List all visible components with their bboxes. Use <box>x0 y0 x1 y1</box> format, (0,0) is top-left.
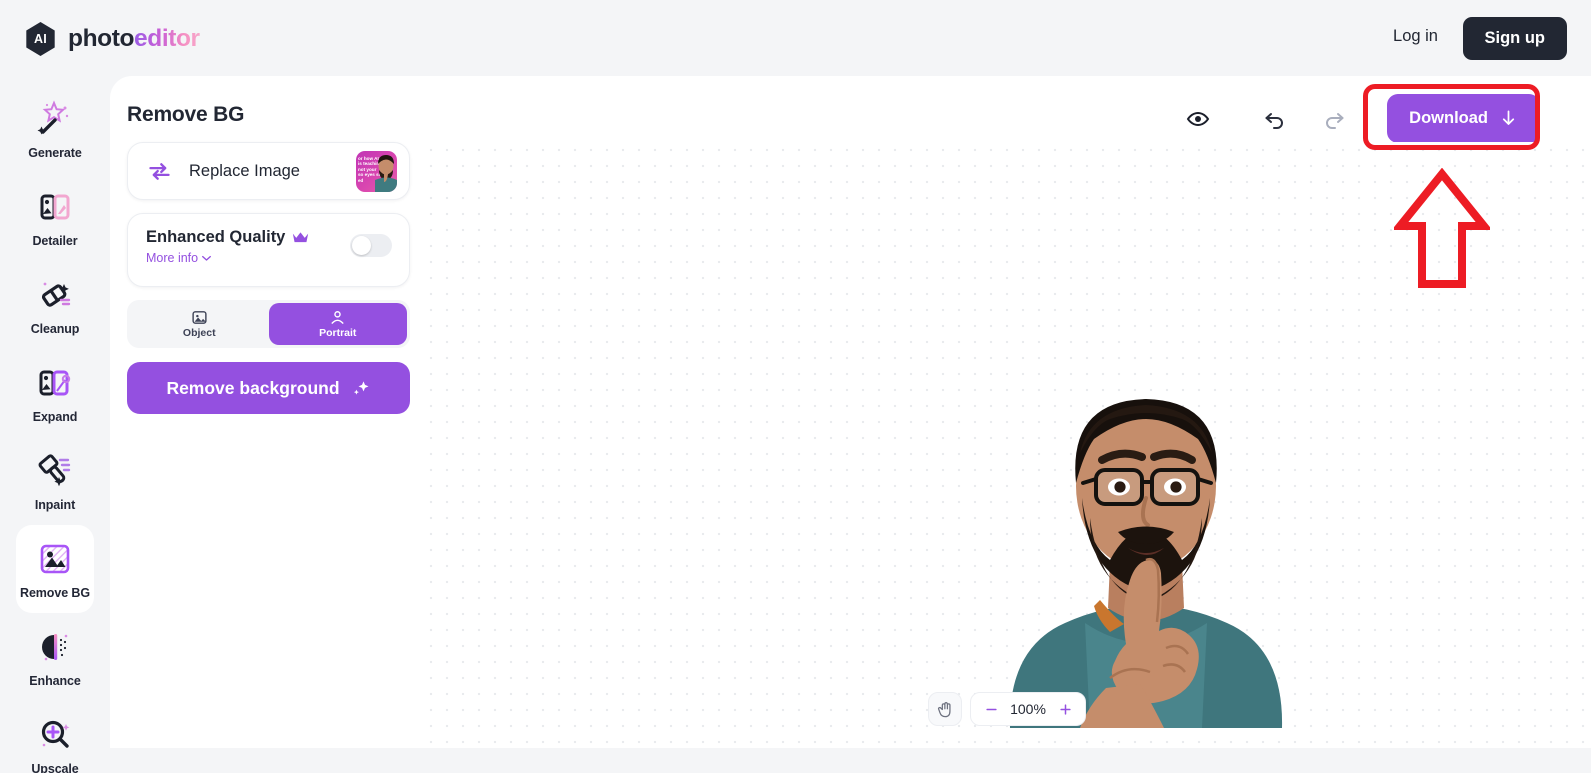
crown-icon <box>293 232 309 243</box>
undo-button[interactable] <box>1253 97 1297 141</box>
zoom-toolbar: 100% <box>928 692 1086 726</box>
eraser-icon <box>41 282 71 307</box>
thumbnail-person-icon <box>375 154 397 192</box>
logo-word-photo: photo <box>68 25 135 52</box>
subject-image <box>1009 399 1283 728</box>
sidebar-item-generate[interactable]: Generate <box>16 85 94 173</box>
remove-bg-icon <box>40 544 70 573</box>
sidebar-item-label: Enhance <box>29 673 81 688</box>
sparkle-icon <box>353 381 369 395</box>
sidebar-item-upscale[interactable]: Upscale <box>16 701 94 773</box>
toggle-knob <box>352 236 371 255</box>
logo-badge-icon: AI <box>26 22 55 56</box>
sidebar-item-label: Generate <box>28 145 82 160</box>
sidebar-item-cleanup[interactable]: Cleanup <box>16 261 94 349</box>
zoom-level-value: 100% <box>1010 701 1046 717</box>
download-label: Download <box>1409 109 1488 127</box>
logo-badge-text: AI <box>34 32 47 46</box>
sidebar-item-enhance[interactable]: Enhance <box>16 613 94 701</box>
sidebar-item-label: Detailer <box>32 233 78 248</box>
mode-option-object[interactable]: Object <box>130 303 269 345</box>
person-icon <box>331 311 344 324</box>
sidebar-item-remove-bg[interactable]: Remove BG <box>16 525 94 613</box>
upscale-icon <box>41 720 70 748</box>
redo-icon <box>1326 112 1344 129</box>
preview-button[interactable] <box>1176 97 1220 141</box>
download-arrow-icon <box>1502 110 1515 125</box>
enhanced-quality-card: Enhanced Quality More info <box>127 213 410 287</box>
download-button[interactable]: Download <box>1387 94 1540 143</box>
redo-button[interactable] <box>1312 97 1356 141</box>
plus-icon <box>1059 703 1071 715</box>
sidebar-item-label: Remove BG <box>20 585 90 600</box>
editor-canvas[interactable]: 100% <box>423 142 1591 748</box>
chevron-down-icon <box>202 255 212 261</box>
undo-icon <box>1265 112 1284 129</box>
app-root: AI photoeditor Log in Sign up Generate D… <box>0 0 1591 773</box>
zoom-out-button[interactable] <box>978 696 1004 722</box>
minus-icon <box>985 708 997 710</box>
remove-background-button[interactable]: Remove background <box>127 362 410 414</box>
more-info-label: More info <box>146 251 199 265</box>
replace-image-card[interactable]: Replace Image or how AI is teaching not … <box>127 142 410 200</box>
paintbrush-icon <box>38 453 71 486</box>
sidebar-item-inpaint[interactable]: Inpaint <box>16 437 94 525</box>
enhanced-quality-label: Enhanced Quality <box>146 228 286 246</box>
page-title: Remove BG <box>127 103 245 126</box>
tool-column: Replace Image or how AI is teaching not … <box>127 142 410 414</box>
sidebar-item-detailer[interactable]: Detailer <box>16 173 94 261</box>
zoom-in-button[interactable] <box>1052 696 1078 722</box>
replace-image-label: Replace Image <box>189 161 300 180</box>
enhance-icon <box>42 633 68 660</box>
magic-wand-icon <box>37 99 69 134</box>
app-logo[interactable]: AI photoeditor <box>24 22 200 56</box>
sidebar-item-label: Expand <box>32 409 78 424</box>
swap-arrows-icon <box>149 162 170 180</box>
sidebar-item-expand[interactable]: Expand <box>16 349 94 437</box>
hand-pan-icon <box>937 701 951 717</box>
mode-segmented-control: Object Portrait <box>127 300 410 348</box>
logo-wordmark: photoeditor <box>68 25 200 53</box>
signup-button[interactable]: Sign up <box>1462 17 1567 60</box>
remove-background-label: Remove background <box>166 377 340 398</box>
sidebar-item-label: Cleanup <box>30 321 80 336</box>
sidebar-item-label: Upscale <box>31 761 79 773</box>
top-bar: AI photoeditor Log in Sign up <box>0 0 1591 78</box>
left-sidebar: Generate Detailer Cleanup Expand Inpaint… <box>0 78 110 773</box>
zoom-control-group: 100% <box>970 692 1086 726</box>
detailer-icon <box>40 194 70 219</box>
replace-image-thumbnail: or how AI is teaching not your so eyes s… <box>356 150 397 192</box>
header-actions: Download <box>1176 94 1591 143</box>
logo-word-editor: editor <box>134 25 200 52</box>
sidebar-item-label: Inpaint <box>34 497 76 512</box>
image-icon <box>192 311 207 324</box>
pan-tool-button[interactable] <box>928 692 962 726</box>
mode-option-label: Portrait <box>319 327 357 339</box>
enhanced-quality-toggle[interactable] <box>350 234 392 257</box>
expand-icon <box>39 370 71 395</box>
login-link[interactable]: Log in <box>1393 27 1438 46</box>
mode-option-portrait[interactable]: Portrait <box>268 303 407 345</box>
main-panel: Remove BG Download Replace Image or how … <box>110 76 1591 748</box>
mode-option-label: Object <box>182 327 216 339</box>
eye-icon <box>1187 111 1210 126</box>
